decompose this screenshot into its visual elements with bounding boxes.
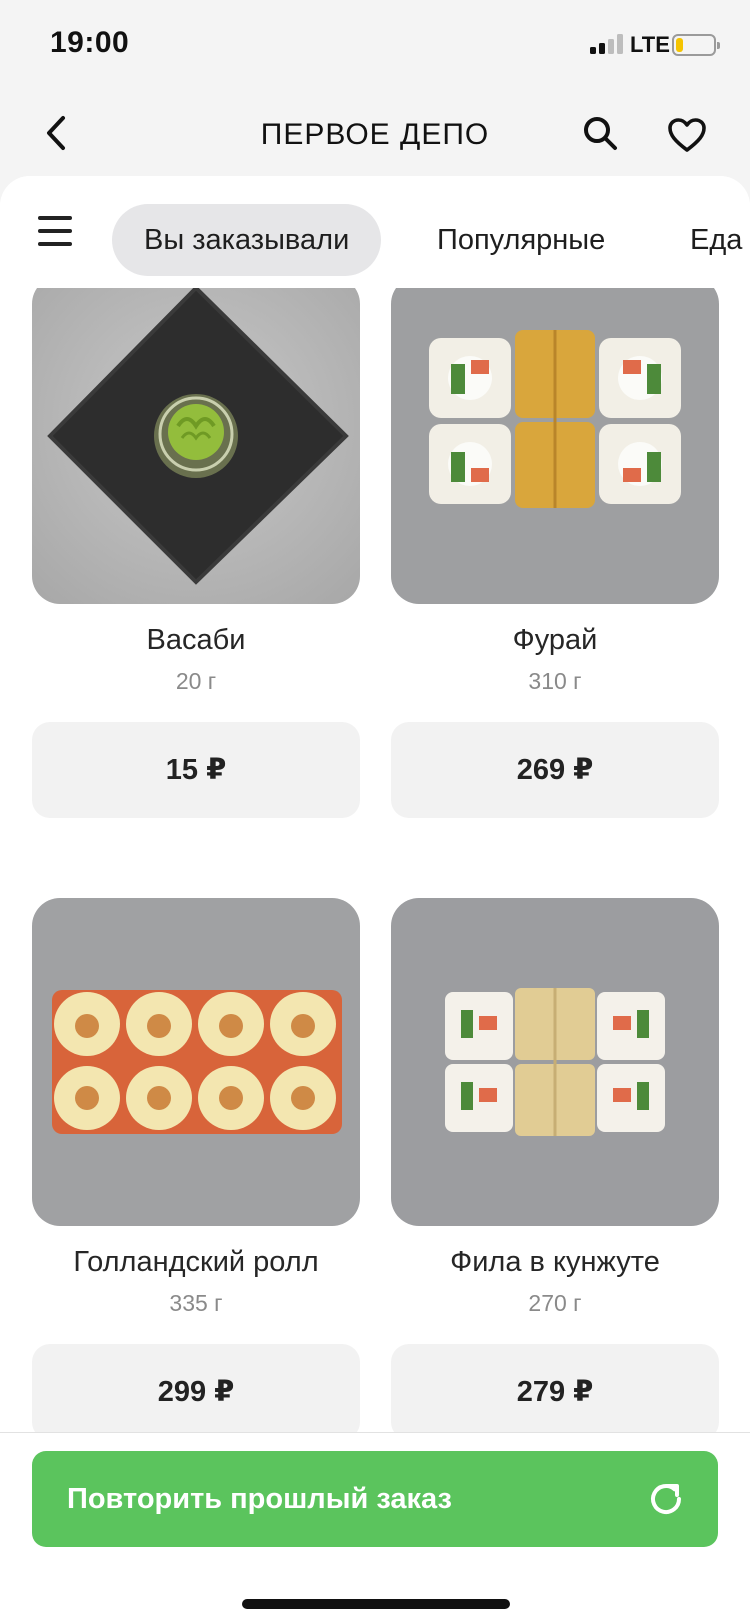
bottom-bar: Повторить прошлый заказ [0, 1432, 750, 1624]
add-to-cart-button[interactable]: 279 ₽ [391, 1344, 719, 1440]
product-weight: 310 г [528, 668, 582, 694]
product-name: Фурай [512, 624, 598, 656]
add-to-cart-button[interactable]: 299 ₽ [32, 1344, 360, 1440]
product-weight: 335 г [169, 1290, 223, 1316]
battery-level [676, 38, 683, 52]
header: ПЕРВОЕ ДЕПО [0, 90, 750, 180]
product-image-dutch-roll[interactable] [32, 898, 360, 1226]
heart-icon [668, 118, 706, 152]
repeat-order-label: Повторить прошлый заказ [67, 1483, 452, 1515]
product-image-fila-sesame[interactable] [391, 898, 719, 1226]
menu-sheet: Вы заказывали Популярные Еда Васаби 20 г… [0, 176, 750, 1624]
signal-icon [590, 34, 624, 54]
tab-ordered[interactable]: Вы заказывали [112, 204, 382, 276]
add-to-cart-button[interactable]: 15 ₽ [32, 722, 360, 818]
refresh-icon [651, 1484, 682, 1515]
repeat-order-button[interactable]: Повторить прошлый заказ [32, 1451, 718, 1547]
product-weight: 270 г [528, 1290, 582, 1316]
product-name: Голландский ролл [73, 1246, 319, 1278]
add-to-cart-button[interactable]: 269 ₽ [391, 722, 719, 818]
product-name: Васаби [146, 624, 246, 656]
status-bar: 19:00 LTE [0, 0, 750, 90]
status-time: 19:00 [50, 26, 130, 59]
tab-popular[interactable]: Популярные [437, 204, 605, 276]
favorite-button[interactable] [664, 110, 710, 160]
battery-icon [672, 34, 720, 56]
tab-food[interactable]: Еда [690, 204, 742, 276]
category-tabs: Вы заказывали Популярные Еда [0, 176, 750, 288]
menu-button[interactable] [38, 216, 74, 248]
product-grid: Васаби 20 г 15 ₽ Фурай 310 г 269 ₽ Голла… [0, 288, 750, 1608]
product-image-wasabi[interactable] [32, 288, 360, 604]
product-weight: 20 г [175, 668, 217, 694]
home-indicator [242, 1599, 510, 1609]
product-image-furai[interactable] [391, 288, 719, 604]
network-label: LTE [630, 32, 670, 57]
search-icon [584, 117, 617, 150]
page-title: ПЕРВОЕ ДЕПО [260, 118, 490, 151]
search-button[interactable] [578, 108, 622, 158]
product-name: Фила в кунжуте [450, 1246, 660, 1278]
